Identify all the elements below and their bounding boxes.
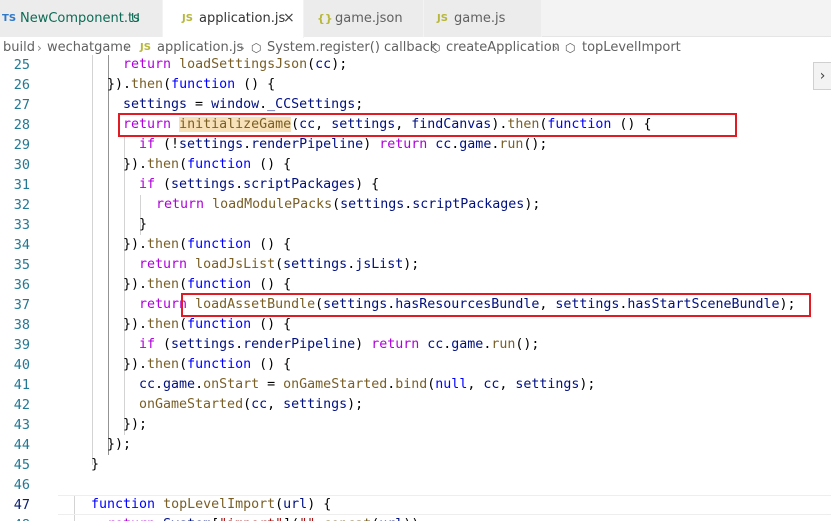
code-text: if (settings.scriptPackages) { [139, 177, 380, 192]
code-text: }).then(function () { [123, 237, 292, 252]
tab-application-js[interactable]: JS application.js × [163, 0, 304, 38]
line-number: 27 [13, 97, 30, 113]
tab-label: game.js [454, 11, 506, 26]
code-line: 27 settings = window._CCSettings; [0, 95, 831, 115]
code-line: 33 } [0, 215, 831, 235]
code-text: onGameStarted(cc, settings); [139, 397, 364, 412]
code-text: if (settings.renderPipeline) return cc.g… [139, 337, 540, 352]
line-number: 41 [13, 377, 30, 393]
code-line: 43 }); [0, 415, 831, 435]
line-number: 25 [13, 57, 30, 73]
code-text: settings = window._CCSettings; [123, 97, 364, 112]
untracked-badge: U [131, 11, 140, 25]
javascript-file-icon: JS [182, 13, 193, 24]
code-text: return loadModulePacks(settings.scriptPa… [156, 197, 541, 212]
code-line: 45 } [0, 455, 831, 475]
chevron-right-icon[interactable]: › [813, 62, 831, 90]
code-line: 25 return loadSettingsJson(cc); [0, 55, 831, 75]
code-line: 35 return loadJsList(settings.jsList); [0, 255, 831, 275]
javascript-file-icon: JS [437, 13, 448, 24]
code-line: 44 }); [0, 435, 831, 455]
json-file-icon: {} [317, 12, 333, 25]
code-text: }).then(function () { [123, 317, 292, 332]
line-number: 31 [13, 177, 30, 193]
code-line: 36 }).then(function () { [0, 275, 831, 295]
code-line: 40 }).then(function () { [0, 355, 831, 375]
code-editor[interactable]: 25 return loadSettingsJson(cc); 26 }).th… [0, 55, 831, 521]
line-number: 45 [13, 457, 30, 473]
code-text: }).then(function () { [123, 157, 292, 172]
code-text: return loadSettingsJson(cc); [123, 57, 348, 72]
tab-game-json[interactable]: {} game.json [304, 0, 424, 37]
line-number: 37 [13, 297, 30, 313]
line-number: 33 [13, 217, 30, 233]
line-number: 35 [13, 257, 30, 273]
code-text: }).then(function () { [123, 277, 292, 292]
code-line: 32 return loadModulePacks(settings.scrip… [0, 195, 831, 215]
line-number: 40 [13, 357, 30, 373]
code-line: 39 if (settings.renderPipeline) return c… [0, 335, 831, 355]
line-number: 46 [13, 477, 30, 493]
code-text: }).then(function () { [123, 357, 292, 372]
code-text: return loadJsList(settings.jsList); [139, 257, 420, 272]
code-line: 38 }).then(function () { [0, 315, 831, 335]
line-number: 32 [13, 197, 30, 213]
line-number: 44 [13, 437, 30, 453]
code-line: 34 }).then(function () { [0, 235, 831, 255]
line-number: 38 [13, 317, 30, 333]
code-line: 42 onGameStarted(cc, settings); [0, 395, 831, 415]
code-line-current: 47 function topLevelImport(url) { [0, 495, 831, 515]
code-text: }); [123, 417, 148, 432]
code-line: 46 [0, 475, 831, 495]
tab-game-js[interactable]: JS game.js [424, 0, 542, 37]
line-number: 42 [13, 397, 30, 413]
line-number: 43 [13, 417, 30, 433]
code-line: 37 return loadAssetBundle(settings.hasRe… [0, 295, 831, 315]
code-text: } [91, 457, 100, 472]
tab-newcomponent-ts[interactable]: TS NewComponent.ts U [0, 0, 163, 37]
code-line: 26 }).then(function () { [0, 75, 831, 95]
code-line: 28 return initializeGame(cc, settings, f… [0, 115, 831, 135]
line-number: 30 [13, 157, 30, 173]
line-number: 36 [13, 277, 30, 293]
tab-label: application.js [199, 11, 286, 26]
code-line: 29 if (!settings.renderPipeline) return … [0, 135, 831, 155]
code-text: if (!settings.renderPipeline) return cc.… [139, 137, 548, 152]
code-text: function topLevelImport(url) { [91, 497, 332, 512]
tab-label: game.json [335, 11, 403, 26]
line-number: 39 [13, 337, 30, 353]
code-text: }); [107, 437, 132, 452]
code-text: } [139, 217, 148, 232]
code-line: 30 }).then(function () { [0, 155, 831, 175]
code-text: }).then(function () { [107, 77, 276, 92]
line-number: 47 [13, 497, 30, 513]
code-text: return initializeGame(cc, settings, find… [123, 117, 652, 132]
line-number: 48 [0, 515, 30, 521]
line-number: 26 [13, 77, 30, 93]
line-number: 28 [13, 117, 30, 133]
tab-label: NewComponent.ts [20, 11, 140, 26]
close-icon[interactable]: × [283, 0, 295, 37]
code-text: return loadAssetBundle(settings.hasResou… [139, 297, 796, 312]
code-text: return System["import"]("".concat(url)); [107, 515, 427, 521]
code-text: cc.game.onStart = onGameStarted.bind(nul… [139, 377, 596, 392]
code-line: 31 if (settings.scriptPackages) { [0, 175, 831, 195]
code-line: 41 cc.game.onStart = onGameStarted.bind(… [0, 375, 831, 395]
typescript-file-icon: TS [2, 13, 17, 24]
tab-bar: TS NewComponent.ts U JS application.js ×… [0, 0, 831, 38]
line-number: 34 [13, 237, 30, 253]
code-line: 48 return System["import"]("".concat(url… [0, 515, 831, 521]
line-number: 29 [13, 137, 30, 153]
